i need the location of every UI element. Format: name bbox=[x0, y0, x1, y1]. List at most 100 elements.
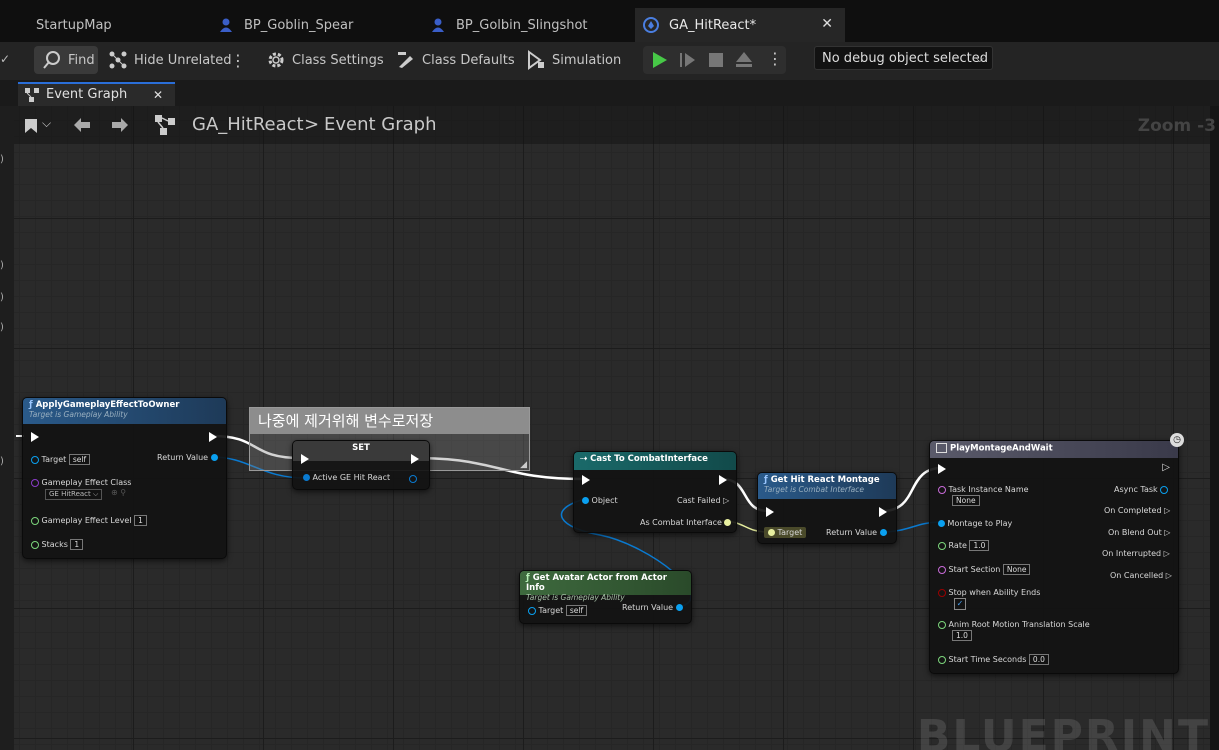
rate-value[interactable]: 1.0 bbox=[969, 540, 990, 551]
target-pin[interactable]: Target self bbox=[528, 605, 588, 616]
left-edge-markers: ) ) ) ) ) bbox=[0, 154, 4, 467]
root-motion-scale-pin[interactable]: Anim Root Motion Translation Scale bbox=[938, 620, 1090, 629]
node-apply-gameplay-effect-to-owner[interactable]: ƒ ApplyGameplayEffectToOwner Target is Ga… bbox=[22, 397, 227, 559]
object-pin-icon bbox=[675, 604, 683, 611]
exec-out-pin[interactable]: ▷ bbox=[1162, 462, 1170, 473]
object-pin-icon bbox=[1160, 485, 1169, 494]
node-get-avatar-actor[interactable]: ƒ Get Avatar Actor from Actor Info Target… bbox=[519, 570, 692, 624]
pin-label: Cast Failed bbox=[677, 496, 721, 505]
stacks-value[interactable]: 1 bbox=[70, 539, 84, 550]
node-title: Get Avatar Actor from Actor Info bbox=[526, 573, 667, 593]
target-pin[interactable]: Target bbox=[764, 527, 807, 538]
task-instance-name-pin[interactable]: Task Instance Name bbox=[938, 485, 1029, 494]
exec-in-pin[interactable] bbox=[938, 464, 946, 474]
start-time-seconds-value[interactable]: 0.0 bbox=[1028, 654, 1049, 665]
node-get-hit-react-montage[interactable]: ƒ Get Hit React Montage Target is Combat … bbox=[757, 472, 897, 544]
exec-in-pin[interactable] bbox=[301, 454, 309, 464]
comment-title[interactable]: 나중에 제거위해 변수로저장 bbox=[250, 408, 529, 434]
montage-to-play-pin[interactable]: Montage to Play bbox=[938, 519, 1012, 528]
node-subtitle: Target is Gameplay Ability bbox=[526, 593, 625, 602]
object-pin[interactable]: Object bbox=[582, 496, 618, 505]
pin-label: Return Value bbox=[826, 528, 878, 537]
checkbox-checked-icon[interactable]: ✓ bbox=[954, 598, 966, 610]
effect-class-dropdown[interactable]: GE HitReact ⌵ bbox=[45, 489, 103, 500]
struct-pin-icon bbox=[303, 474, 310, 481]
on-cancelled-pin[interactable]: On Cancelled ▷ bbox=[1110, 571, 1172, 580]
target-value: self bbox=[68, 454, 91, 465]
exec-out-pin[interactable] bbox=[719, 475, 727, 485]
interface-pin-icon bbox=[724, 519, 732, 526]
stacks-pin[interactable]: Stacks 1 bbox=[31, 539, 84, 550]
effect-level-value[interactable]: 1 bbox=[134, 515, 147, 526]
stop-when-ability-ends-pin[interactable]: Stop when Ability Ends bbox=[938, 588, 1040, 597]
pin-label: Task Instance Name bbox=[948, 485, 1029, 494]
pin-label: Montage to Play bbox=[947, 519, 1013, 528]
exec-in-pin[interactable] bbox=[766, 507, 774, 517]
cast-icon: ⇢ bbox=[580, 454, 588, 464]
on-interrupted-pin[interactable]: On Interrupted ▷ bbox=[1102, 549, 1170, 558]
effect-level-pin[interactable]: Gameplay Effect Level 1 bbox=[31, 515, 147, 526]
object-pin-icon bbox=[210, 454, 218, 461]
task-instance-name-value[interactable]: None bbox=[952, 495, 980, 506]
node-header: ⇢ Cast To CombatInterface bbox=[574, 452, 736, 470]
node-cast-to-combat-interface[interactable]: ⇢ Cast To CombatInterface Object Cast Fai… bbox=[573, 451, 737, 533]
effect-class-pin[interactable]: Gameplay Effect Class bbox=[31, 478, 131, 487]
svg-text:): ) bbox=[0, 456, 4, 467]
node-header: SET bbox=[293, 441, 429, 461]
return-value-pin[interactable]: Return Value bbox=[157, 453, 218, 462]
pin-label: Rate bbox=[948, 541, 967, 550]
pin-label: Return Value bbox=[157, 453, 209, 462]
node-title: Get Hit React Montage bbox=[770, 475, 880, 485]
pin-label: Return Value bbox=[622, 603, 674, 612]
cast-failed-pin[interactable]: Cast Failed ▷ bbox=[677, 496, 729, 505]
pin-label: Anim Root Motion Translation Scale bbox=[948, 620, 1090, 629]
on-blend-out-pin[interactable]: On Blend Out ▷ bbox=[1108, 528, 1170, 537]
exec-out-pin[interactable] bbox=[209, 432, 217, 442]
target-value: self bbox=[565, 605, 588, 616]
pin-label: Start Time Seconds bbox=[948, 655, 1027, 664]
float-pin-icon bbox=[31, 516, 39, 525]
node-set-variable[interactable]: SET Active GE Hit React bbox=[292, 440, 430, 490]
task-icon bbox=[936, 443, 947, 453]
async-task-pin[interactable]: Async Task bbox=[1114, 485, 1169, 494]
class-pin-icon bbox=[31, 478, 39, 487]
node-subtitle: Target is Gameplay Ability bbox=[29, 410, 128, 419]
resize-handle-icon[interactable]: ◢ bbox=[520, 460, 527, 470]
svg-text:): ) bbox=[0, 322, 4, 333]
rate-pin[interactable]: Rate 1.0 bbox=[938, 540, 990, 551]
name-pin-icon bbox=[938, 485, 946, 494]
start-time-seconds-pin[interactable]: Start Time Seconds 0.0 bbox=[938, 654, 1049, 665]
pin-label: On Blend Out bbox=[1108, 528, 1162, 537]
node-title: Cast To CombatInterface bbox=[590, 454, 708, 464]
latent-clock-icon: ◷ bbox=[1170, 433, 1184, 447]
svg-text:): ) bbox=[0, 154, 4, 165]
as-combat-interface-pin[interactable]: As Combat Interface bbox=[640, 518, 732, 527]
target-pin[interactable]: Target self bbox=[31, 454, 91, 465]
return-value-pin[interactable]: Return Value bbox=[622, 603, 683, 612]
start-section-pin[interactable]: Start Section None bbox=[938, 564, 1031, 575]
pin-label: Stacks bbox=[41, 540, 68, 549]
variable-pin[interactable]: Active GE Hit React bbox=[303, 473, 390, 482]
exec-out-pin[interactable] bbox=[411, 454, 419, 464]
on-completed-pin[interactable]: On Completed ▷ bbox=[1104, 506, 1170, 515]
pin-label: Gameplay Effect Level bbox=[41, 516, 132, 525]
variable-out-pin[interactable] bbox=[409, 475, 417, 483]
pin-label: On Completed bbox=[1104, 506, 1162, 515]
return-value-pin[interactable]: Return Value bbox=[826, 528, 887, 537]
object-pin-icon bbox=[879, 529, 887, 536]
exec-out-pin[interactable] bbox=[879, 507, 887, 517]
pin-label: Target bbox=[538, 606, 564, 615]
effect-class-value: GE HitReact bbox=[49, 490, 91, 498]
exec-in-pin[interactable] bbox=[582, 475, 590, 485]
exec-in-pin[interactable] bbox=[31, 432, 39, 442]
function-icon: ƒ bbox=[526, 573, 530, 583]
node-subtitle: Target is Combat Interface bbox=[764, 485, 864, 494]
float-pin-icon bbox=[938, 541, 946, 550]
node-play-montage-and-wait[interactable]: PlayMontageAndWait ◷ ▷ Task Instance Nam… bbox=[929, 433, 1184, 674]
object-pin-icon bbox=[582, 497, 589, 504]
node-header: ƒ ApplyGameplayEffectToOwner Target is Ga… bbox=[23, 398, 226, 424]
start-section-value[interactable]: None bbox=[1002, 564, 1031, 575]
root-motion-scale-value[interactable]: 1.0 bbox=[952, 630, 972, 641]
node-title: ApplyGameplayEffectToOwner bbox=[35, 400, 180, 410]
browse-icon[interactable]: ⊕ ⚲ bbox=[111, 488, 126, 497]
